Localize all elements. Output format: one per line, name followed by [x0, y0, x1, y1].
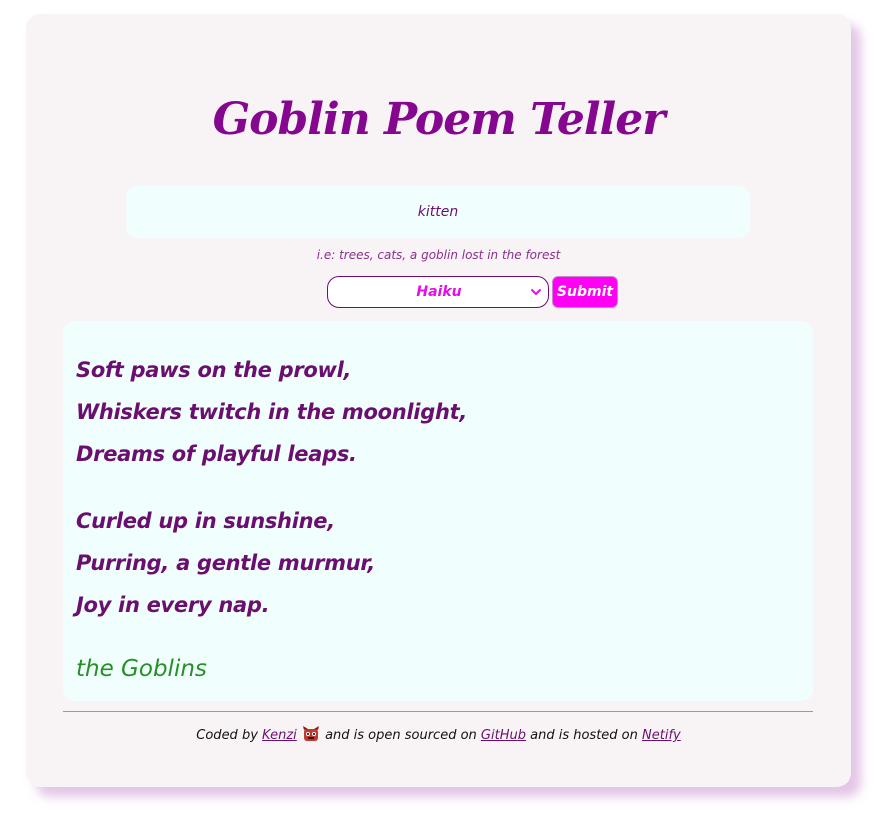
poem-line: Whiskers twitch in the moonlight,: [76, 400, 468, 424]
goblin-face-icon: [302, 726, 319, 741]
host-link[interactable]: Netify: [642, 728, 681, 743]
poem-output: Soft paws on the prowl, Whiskers twitch …: [63, 321, 813, 701]
poem-line: Curled up in sunshine,: [76, 509, 335, 533]
footer-text: and is open sourced on: [325, 728, 477, 743]
search-hint: i.e: trees, cats, a goblin lost in the f…: [316, 248, 561, 262]
poem-line: Joy in every nap.: [76, 593, 270, 617]
main-card: Goblin Poem Teller i.e: trees, cats, a g…: [26, 14, 851, 787]
submit-button[interactable]: Submit: [552, 276, 618, 308]
poem-line: Soft paws on the prowl,: [76, 358, 352, 382]
poem-type-select[interactable]: Haiku: [327, 276, 549, 308]
github-link[interactable]: GitHub: [481, 728, 526, 743]
chevron-down-icon: [531, 289, 541, 295]
page-title: Goblin Poem Teller: [212, 94, 666, 145]
footer-text: and is hosted on: [530, 728, 638, 743]
poem-line: Dreams of playful leaps.: [76, 442, 357, 466]
poem-type-selected: Haiku: [416, 284, 462, 300]
poem-line: Purring, a gentle murmur,: [76, 551, 376, 575]
footer-divider: [63, 711, 813, 712]
poem-signature: the Goblins: [76, 656, 207, 682]
footer-text: Coded by: [196, 728, 258, 743]
author-link[interactable]: Kenzi: [262, 728, 297, 743]
footer: Coded by Kenzi and is open sourced on Gi…: [26, 726, 851, 743]
search-input[interactable]: [126, 186, 750, 238]
